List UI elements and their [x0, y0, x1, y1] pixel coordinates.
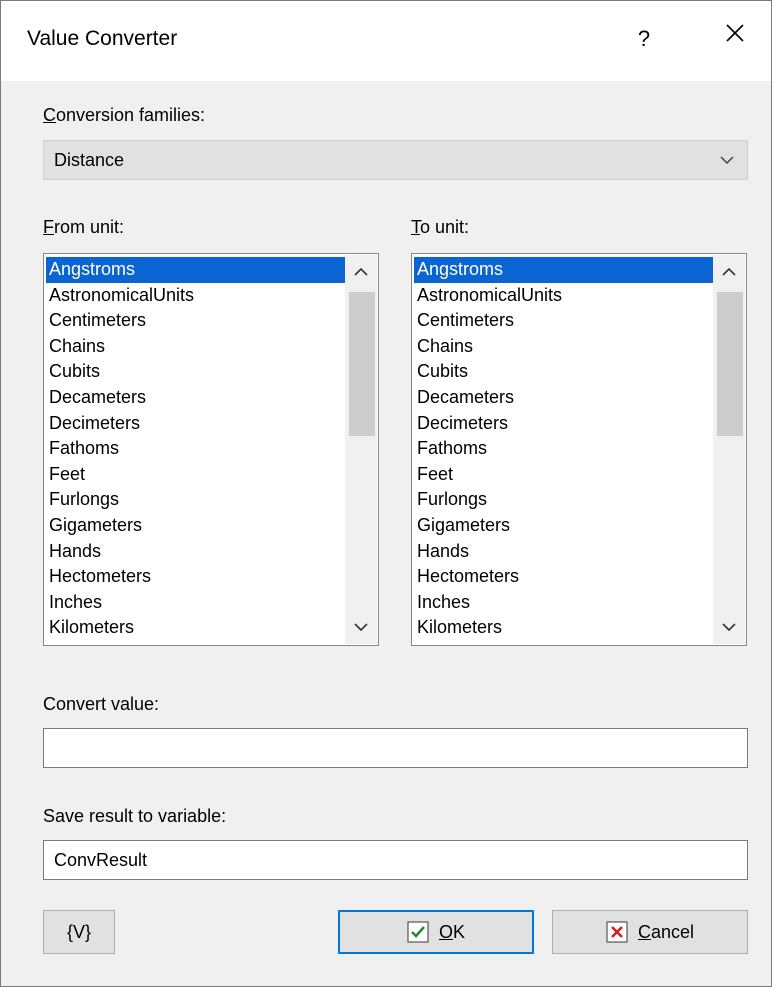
list-item[interactable]: Angstroms	[414, 257, 714, 283]
list-item[interactable]: Decameters	[414, 385, 714, 411]
convert-value-input[interactable]	[43, 728, 748, 768]
title-bar: Value Converter ?	[1, 1, 771, 81]
from-unit-items: Angstroms AstronomicalUnits Centimeters Cha…	[46, 257, 346, 641]
list-item[interactable]: Decimeters	[414, 411, 714, 437]
save-result-input[interactable]: ConvResult	[43, 840, 748, 880]
to-unit-scrollbar[interactable]	[713, 255, 745, 644]
scroll-up-button[interactable]	[713, 255, 745, 289]
save-result-label: Save result to variable:	[43, 806, 227, 826]
window-title: Value Converter	[27, 27, 178, 50]
list-item[interactable]: Gigameters	[46, 513, 346, 539]
list-item[interactable]: Furlongs	[414, 487, 714, 513]
list-item[interactable]: Gigameters	[414, 513, 714, 539]
scrollbar-thumb[interactable]	[717, 292, 743, 436]
conversion-families-dropdown[interactable]: Distance	[43, 140, 748, 180]
cancel-button[interactable]: Cancel	[552, 910, 748, 954]
list-item[interactable]: Decimeters	[46, 411, 346, 437]
ok-button-label: OK	[438, 921, 466, 942]
conversion-families-value: Distance	[54, 150, 125, 170]
variables-button-label: {V}	[66, 921, 92, 942]
close-icon	[726, 24, 744, 42]
value-converter-window: Value Converter ? Conversion families: D…	[0, 0, 772, 987]
list-item[interactable]: Kilometers	[414, 615, 714, 641]
variables-button[interactable]: {V}	[43, 910, 115, 954]
convert-value-label: Convert value:	[43, 694, 160, 714]
close-button[interactable]	[717, 23, 753, 55]
scroll-up-button[interactable]	[345, 255, 377, 289]
scroll-down-button[interactable]	[345, 610, 377, 644]
list-item[interactable]: Centimeters	[46, 308, 346, 334]
list-item[interactable]: Chains	[414, 334, 714, 360]
help-button[interactable]: ?	[629, 23, 659, 55]
list-item[interactable]: AstronomicalUnits	[414, 283, 714, 309]
scroll-down-button[interactable]	[713, 610, 745, 644]
list-item[interactable]: Chains	[46, 334, 346, 360]
list-item[interactable]: Cubits	[46, 359, 346, 385]
to-unit-label: To unit:	[411, 217, 470, 237]
list-item[interactable]: Hectometers	[46, 564, 346, 590]
chevron-up-icon	[354, 267, 368, 276]
from-unit-scrollbar[interactable]	[345, 255, 377, 644]
list-item[interactable]: Feet	[414, 462, 714, 488]
from-unit-label: From unit:	[43, 217, 125, 237]
list-item[interactable]: Feet	[46, 462, 346, 488]
chevron-up-icon	[722, 267, 736, 276]
list-item[interactable]: Fathoms	[414, 436, 714, 462]
checkmark-icon	[407, 921, 429, 943]
chevron-down-icon	[354, 623, 368, 632]
chevron-down-icon	[720, 156, 734, 165]
conversion-families-label: Conversion families:	[43, 105, 206, 125]
list-item[interactable]: Inches	[46, 590, 346, 616]
scrollbar-thumb[interactable]	[349, 292, 375, 436]
list-item[interactable]: Angstroms	[46, 257, 346, 283]
from-unit-list[interactable]: Angstroms AstronomicalUnits Centimeters Cha…	[43, 253, 379, 646]
ok-button[interactable]: OK	[338, 910, 534, 954]
list-item[interactable]: Fathoms	[46, 436, 346, 462]
list-item[interactable]: Inches	[414, 590, 714, 616]
list-item[interactable]: AstronomicalUnits	[46, 283, 346, 309]
list-item[interactable]: Decameters	[46, 385, 346, 411]
list-item[interactable]: Furlongs	[46, 487, 346, 513]
to-unit-list[interactable]: Angstroms AstronomicalUnits Centimeters Cha…	[411, 253, 747, 646]
list-item[interactable]: Hands	[46, 539, 346, 565]
chevron-down-icon	[722, 623, 736, 632]
to-unit-items: Angstroms AstronomicalUnits Centimeters Cha…	[414, 257, 714, 641]
list-item[interactable]: Hectometers	[414, 564, 714, 590]
x-mark-icon	[606, 921, 628, 943]
list-item[interactable]: Centimeters	[414, 308, 714, 334]
cancel-button-label: Cancel	[637, 921, 695, 942]
list-item[interactable]: Kilometers	[46, 615, 346, 641]
list-item[interactable]: Hands	[414, 539, 714, 565]
list-item[interactable]: Cubits	[414, 359, 714, 385]
